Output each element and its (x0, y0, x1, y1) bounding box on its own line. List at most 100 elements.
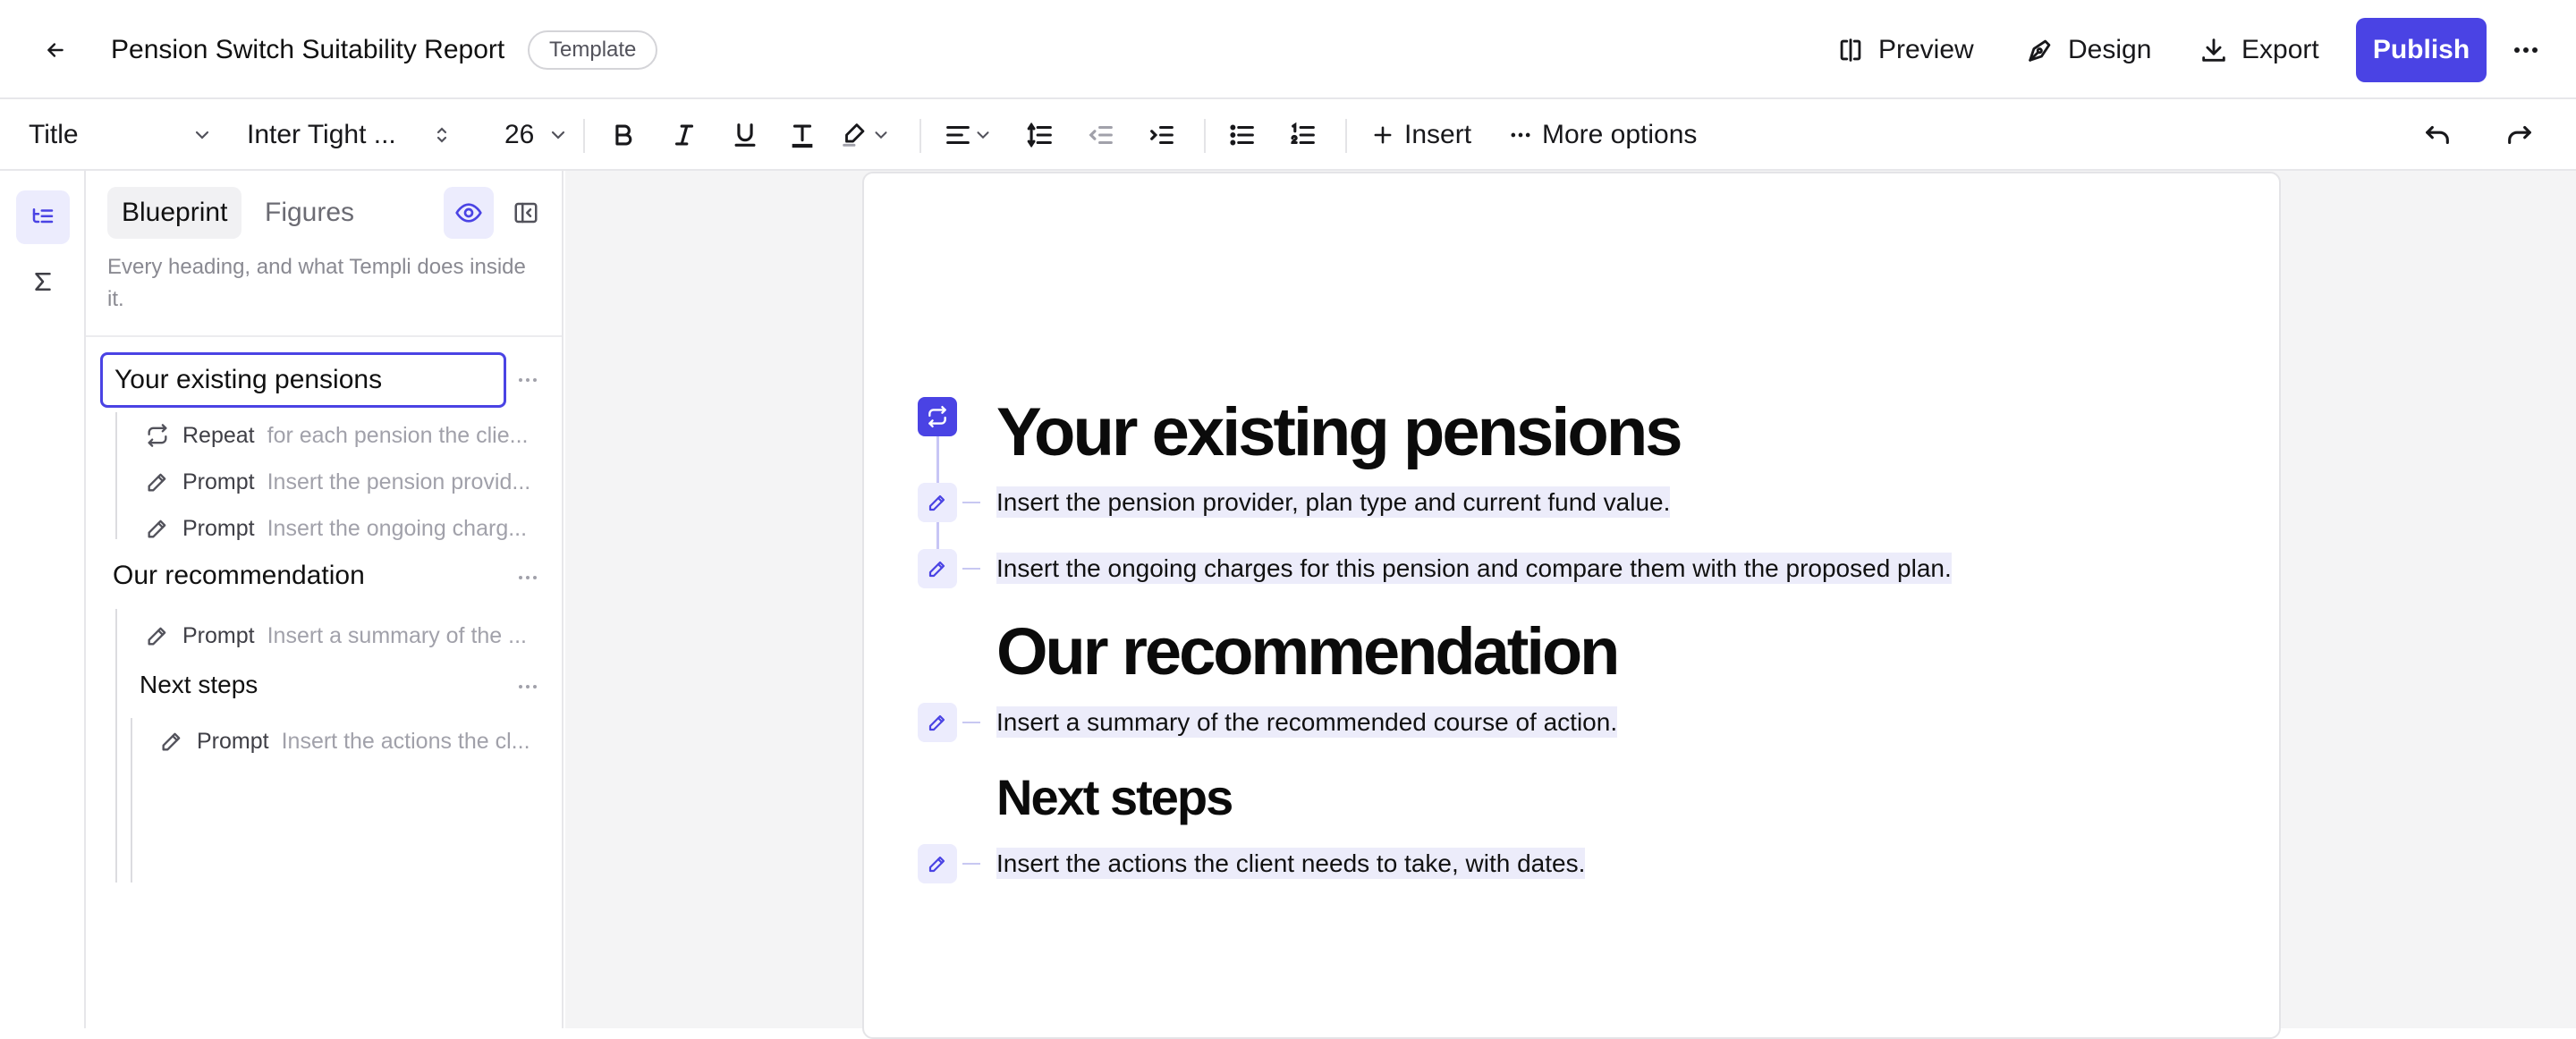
doc-prompt-paragraph[interactable]: Insert the ongoing charges for this pens… (996, 551, 1952, 587)
text-color-button[interactable] (787, 110, 818, 160)
template-badge: Template (528, 30, 658, 70)
export-button[interactable]: Export (2199, 25, 2319, 75)
tree-item-kind: Prompt (182, 622, 255, 648)
repeat-block-button[interactable] (918, 397, 957, 436)
numbered-list-button[interactable] (1288, 110, 1318, 160)
more-horizontal-icon[interactable] (510, 560, 546, 596)
pencil-icon (928, 494, 945, 511)
redo-icon (2508, 125, 2531, 145)
line-spacing-button[interactable] (1025, 110, 1055, 160)
tab-figures[interactable]: Figures (250, 187, 369, 239)
tree-item-snippet: Insert a summary of the ... (267, 622, 527, 648)
back-arrow-icon[interactable] (36, 32, 75, 68)
redo-button[interactable] (2504, 110, 2535, 160)
undo-button[interactable] (2422, 110, 2453, 160)
more-horizontal-icon[interactable] (2508, 32, 2544, 68)
prompt-block-button[interactable] (918, 703, 957, 742)
toolbar-divider (583, 119, 585, 153)
collapse-panel-button[interactable] (501, 187, 551, 239)
blueprint-panel: Blueprint Figures Every heading, and wha… (86, 171, 564, 1028)
doc-prompt-paragraph[interactable]: Insert the actions the client needs to t… (996, 846, 1586, 882)
align-button[interactable] (943, 110, 996, 160)
more-horizontal-icon[interactable] (510, 669, 546, 705)
prompt-text: Insert the ongoing charges for this pens… (996, 553, 1952, 584)
tree-item-prompt[interactable]: Prompt Insert a summary of the ... (145, 614, 544, 657)
highlight-button[interactable] (839, 110, 902, 160)
tree-heading-our-recommendation[interactable]: Our recommendation (100, 550, 506, 605)
toolbar-divider (1345, 119, 1347, 153)
document-page[interactable] (862, 172, 2281, 1039)
bold-button[interactable] (608, 110, 639, 160)
gutter-tick (962, 502, 980, 503)
app-header: Pension Switch Suitability Report Templa… (0, 0, 2576, 99)
left-rail (0, 171, 86, 1028)
tree-item-prompt[interactable]: Prompt Insert the pension provid... (145, 460, 544, 503)
prompt-block-button[interactable] (918, 844, 957, 883)
tree-item-prompt[interactable]: Prompt Insert the ongoing charg... (145, 507, 544, 550)
pencil-icon (162, 732, 181, 751)
tree-item-kind: Prompt (197, 728, 269, 754)
numbered-list-icon (1291, 122, 1315, 145)
gutter-tick (962, 568, 980, 570)
tree-item-prompt[interactable]: Prompt Insert the actions the cl... (159, 720, 544, 763)
tree-item-repeat[interactable]: Repeat for each pension the clie... (145, 414, 544, 457)
tree-item-kind: Prompt (182, 469, 255, 494)
insert-button[interactable]: Insert (1370, 110, 1471, 160)
preview-label: Preview (1878, 35, 1974, 64)
bullet-list-icon (1230, 124, 1254, 146)
plus-icon (1374, 126, 1392, 144)
indent-icon (1150, 125, 1174, 145)
formula-rail-button[interactable] (16, 255, 70, 308)
font-select[interactable]: Inter Tight ... (247, 110, 456, 160)
doc-prompt-paragraph[interactable]: Insert the pension provider, plan type a… (996, 485, 1671, 520)
doc-heading-existing-pensions[interactable]: Your existing pensions (996, 399, 1683, 467)
tree-heading-existing-pensions[interactable]: Your existing pensions (100, 352, 506, 408)
doc-heading-our-recommendation[interactable]: Our recommendation (996, 619, 1620, 685)
panel-collapse-icon (514, 202, 538, 224)
indent-button[interactable] (1147, 110, 1177, 160)
eye-icon (455, 203, 482, 223)
pen-tool-icon (2029, 39, 2051, 62)
prompt-block-button[interactable] (918, 549, 957, 588)
underline-button[interactable] (730, 110, 760, 160)
bullet-list-button[interactable] (1227, 110, 1258, 160)
doc-heading-next-steps[interactable]: Next steps (996, 773, 1233, 823)
undo-icon (2426, 125, 2449, 145)
chevron-down-icon (977, 131, 989, 139)
more-horizontal-icon[interactable] (510, 362, 546, 398)
italic-button[interactable] (669, 110, 699, 160)
tree-guide-line (115, 609, 117, 883)
outline-rail-button[interactable] (16, 190, 70, 244)
tree-heading-next-steps[interactable]: Next steps (127, 659, 506, 714)
font-size-select[interactable]: 26 (504, 110, 576, 160)
tab-blueprint[interactable]: Blueprint (107, 187, 242, 239)
tree-item-kind: Prompt (182, 515, 255, 541)
tree-guide-line (131, 718, 132, 883)
doc-prompt-paragraph[interactable]: Insert a summary of the recommended cour… (996, 705, 1618, 740)
prompt-text: Insert the actions the client needs to t… (996, 848, 1586, 879)
outdent-button[interactable] (1086, 110, 1116, 160)
highlighter-icon (843, 123, 865, 147)
list-tree-icon (32, 208, 54, 224)
chevron-down-icon (551, 131, 565, 139)
insert-label: Insert (1404, 120, 1472, 149)
prompt-block-button[interactable] (918, 483, 957, 522)
bold-icon (615, 124, 632, 146)
toolbar-divider (919, 119, 921, 153)
gutter-tick (962, 863, 980, 865)
more-horizontal-icon (1511, 132, 1530, 138)
publish-button[interactable]: Publish (2356, 18, 2487, 82)
pencil-icon (148, 520, 166, 538)
gutter-connector (936, 436, 939, 490)
pencil-icon (928, 561, 945, 578)
visibility-button[interactable] (444, 187, 494, 239)
preview-button[interactable]: Preview (1835, 25, 1974, 75)
more-options-button[interactable]: More options (1508, 110, 1697, 160)
prompt-text: Insert a summary of the recommended cour… (996, 706, 1618, 738)
toolbar-divider (1204, 119, 1206, 153)
design-button[interactable]: Design (2025, 25, 2151, 75)
style-select[interactable]: Title (29, 110, 216, 160)
font-size-value: 26 (504, 120, 535, 149)
pencil-icon (148, 627, 166, 646)
design-label: Design (2068, 35, 2152, 64)
